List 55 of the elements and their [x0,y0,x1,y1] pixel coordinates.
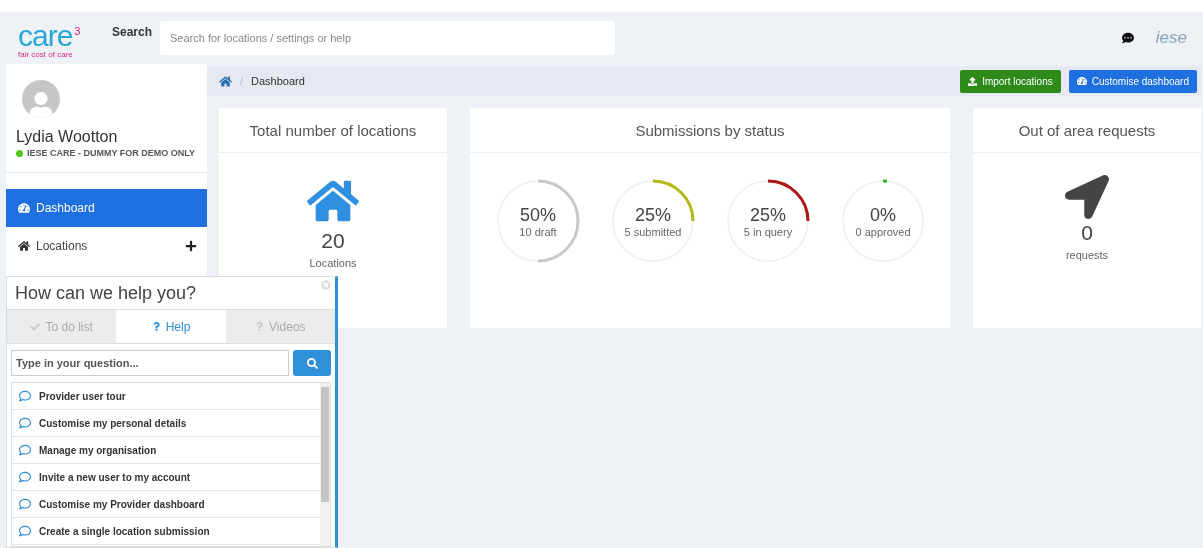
breadcrumb-item: Dashboard [251,75,305,87]
speech-bubble-icon [19,525,31,537]
search-label: Search [112,25,153,39]
donut-percent: 0% [870,204,896,226]
speech-bubble-icon [19,471,31,483]
scrollbar[interactable] [320,383,330,546]
breadcrumb-separator: / [240,75,244,87]
speech-bubble-icon [19,390,31,402]
donut-caption: 0 approved [855,225,911,238]
speech-bubble-icon [19,444,31,456]
donut-caption: 5 in query [743,225,793,238]
card-value: 0 [1081,221,1093,245]
question-field[interactable]: Type in your question... [11,350,289,376]
help-item[interactable]: Customise my personal details [12,410,320,437]
customise-button[interactable]: Customise dashboard [1068,69,1197,93]
arrow-icon [1065,175,1109,219]
help-item[interactable]: Create a single location submission [12,518,320,545]
help-item[interactable]: Provider user tour [12,383,320,410]
card-value: 20 [321,229,345,253]
care-logo[interactable]: care$^{3}$ fair cost of care [18,17,108,59]
donut-caption: 5 submitted [624,225,682,238]
question-icon [151,322,161,331]
user-name: Lydia Wootton [16,128,119,146]
search-button[interactable] [293,350,331,376]
organisation-name: IESE CARE - DUMMY FOR DEMO ONLY [27,148,196,158]
search-field[interactable]: Search for locations / settings or help [160,21,616,55]
donut-percent: 25% [750,204,786,226]
home-icon[interactable] [219,74,232,88]
help-tab[interactable]: Help [116,310,226,343]
avatar-icon [22,80,60,118]
check-icon [30,321,41,332]
search-icon [306,357,318,369]
gauge-icon [1076,76,1087,86]
card-caption: Locations [309,257,357,269]
upload-icon [968,76,978,86]
plus-icon[interactable] [185,240,197,252]
help-item[interactable]: Invite a new user to my account [12,464,320,491]
card-caption: requests [1065,249,1109,261]
speech-bubble-icon [19,498,31,510]
card-title: Total number of locations [219,108,447,153]
donut-percent: 50% [520,204,556,226]
question-icon [255,322,265,331]
donut-caption: 10 draft [519,225,557,238]
import-button[interactable]: Import locations [960,69,1061,93]
home-icon [18,240,30,252]
speech-bubble-icon [19,417,31,429]
help-title: How can we help you? [14,282,198,305]
card-title: Out of area requests [973,108,1201,153]
help-item[interactable]: Manage my organisation [12,437,320,464]
help-item[interactable]: Customise my Provider dashboard [12,491,320,518]
card-title: Submissions by status [470,108,950,153]
gauge-icon [18,202,30,214]
nav-item[interactable]: Dashboard [6,189,207,227]
donut-percent: 25% [635,204,671,226]
brand-logo: iese [1155,28,1187,48]
